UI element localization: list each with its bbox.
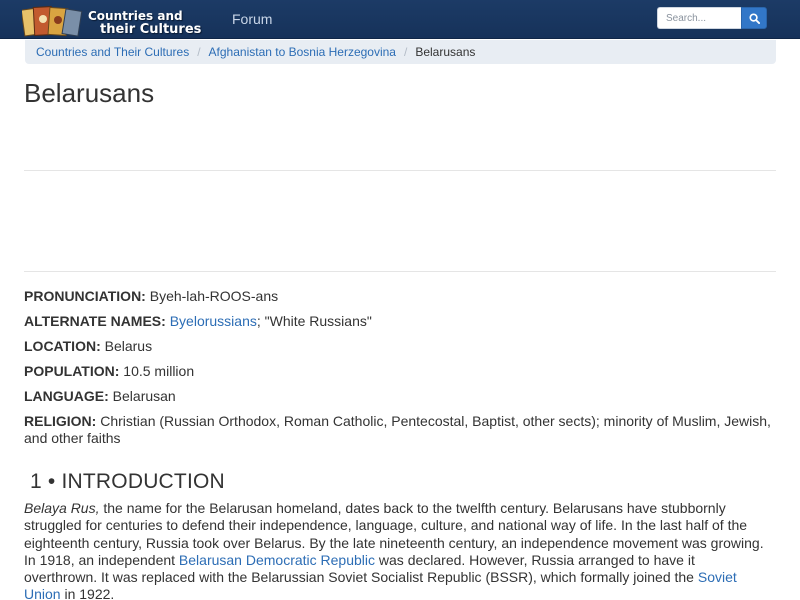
breadcrumb-countries-link[interactable]: Countries and Their Cultures: [36, 45, 189, 59]
logo-line2-prefix: their: [100, 22, 140, 37]
fact-religion: RELIGION: Christian (Russian Orthodox, R…: [24, 413, 776, 447]
breadcrumb-current: Belarusans: [415, 45, 476, 59]
fact-value: Byeh-lah-ROOS-ans: [149, 288, 279, 304]
intro-italic: Belaya Rus,: [24, 500, 100, 516]
ad-slot: [24, 171, 776, 271]
logo-badge-icon: [22, 6, 83, 37]
logo-line2: their Cultures: [88, 23, 201, 37]
fact-label: POPULATION:: [24, 363, 120, 379]
fact-language: LANGUAGE: Belarusan: [24, 388, 776, 405]
page-title: Belarusans: [24, 78, 155, 108]
fact-value: Christian (Russian Orthodox, Roman Catho…: [24, 413, 771, 446]
fact-label: LANGUAGE:: [24, 388, 109, 404]
logo-line2-bold: Cultures: [139, 22, 202, 37]
fact-population: POPULATION: 10.5 million: [24, 363, 776, 380]
breadcrumb-separator: /: [197, 45, 201, 59]
search-input[interactable]: [657, 7, 741, 29]
top-navbar: Countries and their Cultures Forum: [0, 0, 800, 39]
section-heading: 1 • INTRODUCTION: [30, 470, 225, 493]
site-logo[interactable]: Countries and their Cultures: [20, 3, 220, 39]
breadcrumb-region-link[interactable]: Afghanistan to Bosnia Herzegovina: [209, 45, 396, 59]
fact-value: 10.5 million: [123, 363, 195, 379]
breadcrumb-separator: /: [403, 45, 408, 59]
search-icon: [748, 12, 760, 24]
fact-pronunciation: PRONUNCIATION: Byeh-lah-ROOS-ans: [24, 288, 776, 305]
fact-value: ; "White Russians": [256, 313, 372, 329]
search-button[interactable]: [741, 7, 767, 29]
byelorussians-link[interactable]: Byelorussians: [170, 313, 257, 329]
logo-text: Countries and their Cultures: [88, 9, 201, 37]
fact-location: LOCATION: Belarus: [24, 338, 776, 355]
fact-label: RELIGION:: [24, 413, 97, 429]
logo-line1: Countries and: [88, 9, 183, 23]
fact-label: PRONUNCIATION:: [24, 288, 146, 304]
fact-value: Belarus: [104, 338, 153, 354]
facts-list: PRONUNCIATION: Byeh-lah-ROOS-ans ALTERNA…: [24, 288, 776, 455]
fact-label: ALTERNATE NAMES:: [24, 313, 166, 329]
intro-text: in 1922.: [60, 586, 115, 600]
fact-label: LOCATION:: [24, 338, 101, 354]
belarusan-democratic-republic-link[interactable]: Belarusan Democratic Republic: [179, 552, 375, 568]
nav-forum-link[interactable]: Forum: [232, 11, 272, 27]
fact-alternate-names: ALTERNATE NAMES: Byelorussians; "White R…: [24, 313, 776, 330]
breadcrumb: Countries and Their Cultures / Afghanistan…: [25, 40, 776, 64]
fact-value: Belarusan: [112, 388, 176, 404]
divider: [24, 271, 776, 272]
intro-paragraph: Belaya Rus, the name for the Belarusan h…: [24, 500, 764, 600]
